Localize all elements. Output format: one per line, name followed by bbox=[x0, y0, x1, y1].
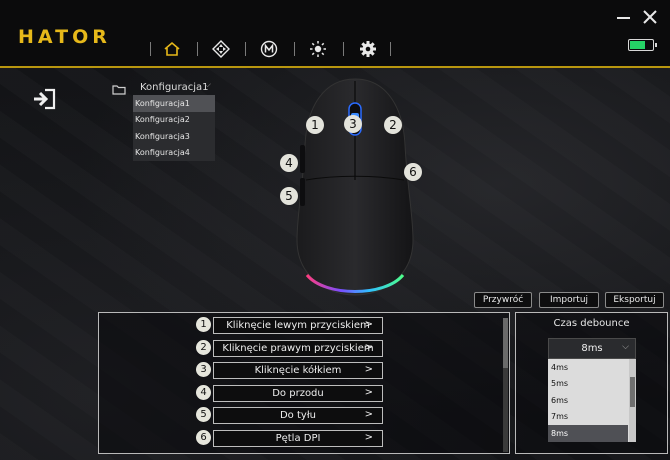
battery-indicator bbox=[628, 39, 657, 51]
mapping-button[interactable]: Kliknęcie kółkiem > bbox=[213, 362, 383, 379]
config-option[interactable]: Konfiguracja2 bbox=[133, 112, 215, 129]
nav-separator bbox=[150, 42, 151, 56]
chevron-right-icon: > bbox=[364, 432, 373, 443]
import-button[interactable]: Importuj bbox=[539, 292, 599, 308]
debounce-selected-label: 8ms bbox=[581, 343, 603, 354]
config-option[interactable]: Konfiguracja4 bbox=[133, 145, 215, 162]
nav-lighting-button[interactable] bbox=[307, 38, 329, 60]
mapping-label: Kliknęcie lewym przyciskiem bbox=[226, 320, 370, 331]
config-option[interactable]: Konfiguracja1 bbox=[133, 95, 215, 112]
mapping-label: Do przodu bbox=[272, 388, 324, 399]
mapping-button[interactable]: Pętla DPI > bbox=[213, 430, 383, 447]
mouse-button-badge-6[interactable]: 6 bbox=[404, 163, 422, 181]
dpad-icon bbox=[212, 40, 230, 58]
mouse-button-badge-2[interactable]: 2 bbox=[384, 116, 402, 134]
debounce-option[interactable]: 5ms bbox=[548, 376, 628, 393]
close-icon bbox=[643, 10, 657, 24]
nav-separator bbox=[343, 42, 344, 56]
mouse-button-badge-5[interactable]: 5 bbox=[280, 187, 298, 205]
mapping-row: 1 Kliknęcie lewym przyciskiem > bbox=[196, 317, 481, 334]
nav-home-button[interactable] bbox=[161, 38, 183, 60]
chevron-right-icon: > bbox=[364, 319, 373, 330]
close-button[interactable] bbox=[641, 8, 659, 26]
mapping-button[interactable]: Do tyłu > bbox=[213, 407, 383, 424]
config-dropdown[interactable]: Konfiguracja1 ⌵ bbox=[133, 79, 215, 95]
chevron-right-icon: > bbox=[364, 342, 373, 353]
debounce-scrollbar-thumb[interactable] bbox=[630, 377, 635, 407]
nav-separator bbox=[390, 42, 391, 56]
mapping-number: 5 bbox=[196, 407, 211, 422]
nav-buttons-button[interactable] bbox=[210, 38, 232, 60]
mapping-button[interactable]: Do przodu > bbox=[213, 385, 383, 402]
chevron-right-icon: > bbox=[364, 387, 373, 398]
macro-m-icon bbox=[260, 40, 278, 58]
mapping-row: 4 Do przodu > bbox=[196, 385, 481, 402]
mapping-row: 3 Kliknęcie kółkiem > bbox=[196, 362, 481, 379]
debounce-option[interactable]: 6ms bbox=[548, 392, 628, 409]
brand-logo: HATOR bbox=[18, 26, 111, 48]
config-options-list: Konfiguracja1 Konfiguracja2 Konfiguracja… bbox=[133, 95, 215, 161]
mapping-row: 6 Pętla DPI > bbox=[196, 430, 481, 447]
chevron-down-icon: ⌵ bbox=[622, 342, 629, 352]
chevron-right-icon: > bbox=[364, 364, 373, 375]
mouse-illustration bbox=[285, 75, 425, 304]
nav-macro-button[interactable] bbox=[258, 38, 280, 60]
mapping-row: 5 Do tyłu > bbox=[196, 407, 481, 424]
mapping-number: 2 bbox=[196, 340, 211, 355]
mapping-number: 3 bbox=[196, 362, 211, 377]
mapping-number: 4 bbox=[196, 385, 211, 400]
minimize-icon bbox=[617, 17, 630, 19]
mapping-label: Pętla DPI bbox=[275, 433, 321, 444]
gear-icon bbox=[360, 41, 376, 57]
reset-button[interactable]: Przywróć bbox=[474, 292, 532, 308]
debounce-option[interactable]: 8ms bbox=[548, 425, 628, 442]
nav-settings-button[interactable] bbox=[357, 38, 379, 60]
mouse-button-badge-4[interactable]: 4 bbox=[280, 154, 298, 172]
config-option[interactable]: Konfiguracja3 bbox=[133, 128, 215, 145]
minimize-button[interactable] bbox=[615, 8, 633, 26]
home-icon bbox=[164, 41, 180, 56]
mapping-label: Kliknęcie prawym przyciskiem bbox=[222, 343, 374, 354]
debounce-option[interactable]: 4ms bbox=[548, 359, 628, 376]
nav-separator bbox=[245, 42, 246, 56]
mapping-number: 1 bbox=[196, 317, 211, 332]
mapping-button[interactable]: Kliknęcie prawym przyciskiem > bbox=[213, 340, 383, 357]
debounce-dropdown[interactable]: 8ms ⌵ bbox=[548, 338, 636, 359]
header-accent-line bbox=[0, 66, 670, 68]
mapping-row: 2 Kliknęcie prawym przyciskiem > bbox=[196, 340, 481, 357]
export-button[interactable]: Eksportuj bbox=[605, 292, 664, 308]
mapping-scrollbar-thumb[interactable] bbox=[503, 318, 508, 368]
nav-separator bbox=[294, 42, 295, 56]
exit-button[interactable] bbox=[33, 88, 57, 114]
debounce-scrollbar[interactable] bbox=[629, 359, 636, 442]
battery-level-fill bbox=[630, 41, 645, 49]
exit-icon bbox=[34, 88, 56, 110]
nav-separator bbox=[197, 42, 198, 56]
config-selected-label: Konfiguracja1 bbox=[140, 81, 209, 93]
mapping-number: 6 bbox=[196, 430, 211, 445]
folder-icon bbox=[112, 80, 126, 99]
mapping-label: Do tyłu bbox=[279, 410, 316, 421]
mouse-button-badge-1[interactable]: 1 bbox=[306, 116, 324, 134]
mapping-label: Kliknęcie kółkiem bbox=[254, 365, 342, 376]
debounce-title: Czas debounce bbox=[553, 318, 630, 329]
chevron-right-icon: > bbox=[364, 409, 373, 420]
sun-icon bbox=[310, 41, 326, 57]
mouse-button-badge-3[interactable]: 3 bbox=[344, 115, 362, 133]
mapping-button[interactable]: Kliknęcie lewym przyciskiem > bbox=[213, 317, 383, 334]
debounce-options-list: 4ms 5ms 6ms 7ms 8ms bbox=[548, 359, 636, 442]
debounce-option[interactable]: 7ms bbox=[548, 409, 628, 426]
chevron-down-icon: ⌵ bbox=[204, 80, 211, 90]
